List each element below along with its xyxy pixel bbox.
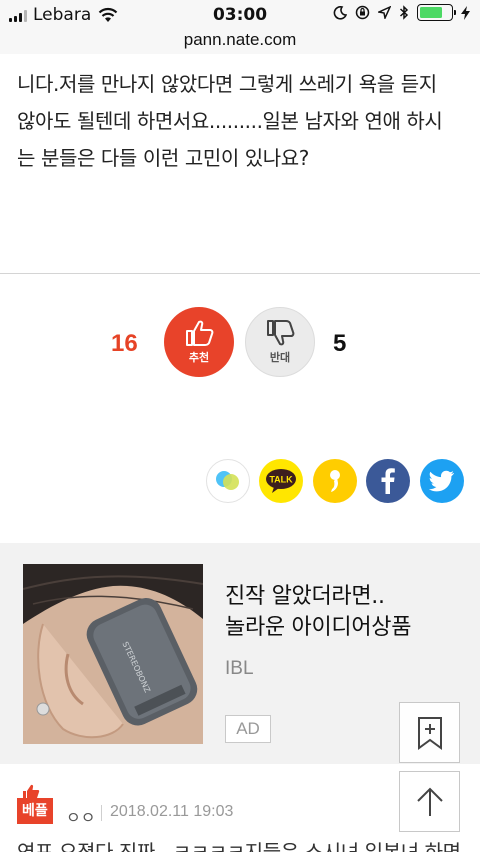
comment-author: ㅇㅇ (66, 808, 96, 827)
facebook-icon (381, 468, 395, 494)
status-bar: Lebara 03:00 (0, 0, 480, 30)
ad-title[interactable]: 진작 알았더라면.. 놀라운 아이디어상품 (225, 581, 465, 643)
bookmark-button[interactable] (399, 702, 460, 763)
kakaostory-icon (330, 470, 340, 492)
location-icon (378, 6, 391, 19)
url-bar[interactable]: pann.nate.com (0, 30, 480, 54)
kakaotalk-icon: TALK (266, 469, 296, 493)
bookmark-add-icon (417, 716, 442, 750)
rotation-lock-icon (355, 5, 370, 20)
charging-icon (461, 5, 470, 20)
post-line: 는 분들은 다들 이런 고민이 있나요? (17, 146, 310, 170)
post-body: 니다.저를 만나지 않았다면 그렇게 쓰레기 욕을 듣지 않아도 될텐데 하면서… (17, 66, 469, 177)
best-comment-badge: 베플 (17, 798, 53, 824)
comment-date: 2018.02.11 19:03 (110, 803, 234, 820)
status-right (333, 4, 470, 21)
upvote-button[interactable]: 추천 (164, 307, 234, 377)
bluetooth-icon (399, 5, 409, 20)
post-line: 니다.저를 만나지 않았다면 그렇게 쓰레기 욕을 듣지 (17, 72, 437, 96)
ad-badge: AD (225, 715, 271, 743)
ad-title-line[interactable]: 진작 알았더라면.. (225, 581, 465, 612)
divider (0, 273, 480, 274)
thumbs-down-icon (267, 320, 295, 346)
downvote-count: 5 (333, 330, 347, 357)
ad-brand: IBL (225, 658, 254, 679)
arrow-up-icon (416, 787, 443, 816)
ad-product-image[interactable]: STEREOBONZ (23, 564, 203, 744)
blogs-icon (216, 471, 239, 490)
upvote-label: 추천 (188, 351, 210, 364)
kakaotalk-label: TALK (269, 475, 293, 485)
moon-icon (333, 5, 347, 20)
share-twitter-button[interactable] (420, 459, 464, 503)
share-kakaotalk-button[interactable]: TALK (259, 459, 303, 503)
downvote-button[interactable]: 반대 (245, 307, 315, 377)
twitter-icon (429, 470, 454, 492)
ad-title-line[interactable]: 놀라운 아이디어상품 (225, 612, 465, 643)
scroll-top-button[interactable] (399, 771, 460, 832)
post-line: 않아도 될텐데 하면서요.........일본 남자와 연애 하시 (17, 109, 443, 133)
share-blogs-button[interactable] (206, 459, 250, 503)
share-kakaostory-button[interactable] (313, 459, 357, 503)
thumbs-up-icon (186, 320, 214, 346)
downvote-label: 반대 (269, 351, 291, 364)
battery-icon (417, 4, 456, 21)
comment-text[interactable]: 연포 오졌다 진짜.. ㅋㅋㅋㅋ지들은 스시녀 일본녀 하면 (17, 836, 480, 852)
share-facebook-button[interactable] (366, 459, 410, 503)
comment-separator (101, 805, 102, 821)
upvote-count: 16 (111, 330, 138, 357)
